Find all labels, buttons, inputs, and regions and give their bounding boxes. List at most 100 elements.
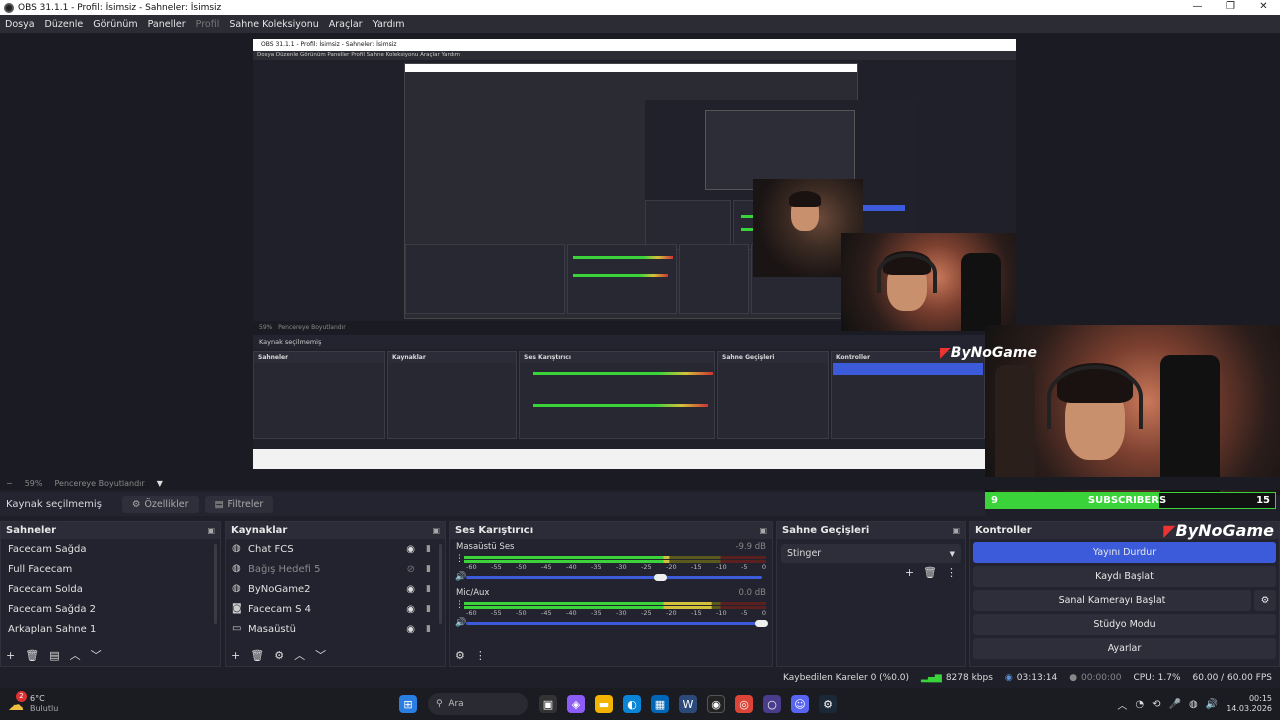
lock-icon[interactable]: ▮	[426, 604, 431, 614]
channel-menu-icon[interactable]: ⋮	[455, 554, 464, 564]
advanced-audio-icon[interactable]: ⚙	[455, 649, 465, 662]
lock-icon[interactable]: ▮	[426, 564, 431, 574]
filters-button[interactable]: ▤ Filtreler	[204, 495, 274, 513]
obs-icon[interactable]: ◉	[707, 695, 725, 713]
menu-docks[interactable]: Paneller	[148, 19, 186, 30]
source-item[interactable]: ◍ Bağış Hedefi 5 ⊘ ▮	[226, 559, 445, 579]
nested-meter-4	[573, 274, 668, 277]
settings-button[interactable]: Ayarlar	[973, 638, 1276, 659]
add-scene-icon[interactable]: +	[6, 649, 15, 662]
fit-to-window[interactable]: Pencereye Boyutlandır	[54, 479, 144, 488]
tray-overflow-icon[interactable]: ︿	[1117, 697, 1127, 712]
scene-filters-icon[interactable]: ▤	[49, 649, 59, 662]
studio-mode-button[interactable]: Stüdyo Modu	[973, 614, 1276, 635]
move-down-icon[interactable]: ﹀	[315, 647, 326, 663]
maximize-button[interactable]: ❐	[1214, 0, 1247, 15]
menu-tools[interactable]: Araçlar	[329, 19, 363, 30]
tray-mic-icon[interactable]: 🎤	[1169, 699, 1181, 710]
menu-file[interactable]: Dosya	[5, 19, 35, 30]
eye-icon[interactable]: ◉	[406, 604, 415, 615]
add-source-icon[interactable]: +	[231, 649, 240, 662]
close-button[interactable]: ✕	[1247, 0, 1280, 15]
speaker-icon[interactable]: 🔊	[455, 572, 466, 582]
discord-icon[interactable]: ☺	[791, 695, 809, 713]
dock-float-icon[interactable]: ▣	[432, 526, 440, 535]
zoom-out-button[interactable]: −	[6, 479, 13, 488]
eye-hidden-icon[interactable]: ⊘	[407, 564, 415, 575]
volume-slider-knob[interactable]	[755, 620, 768, 627]
menu-scene-collection[interactable]: Sahne Koleksiyonu	[229, 19, 318, 30]
menu-view[interactable]: Görünüm	[93, 19, 137, 30]
tray-app-icon[interactable]: ◔	[1135, 699, 1144, 710]
dock-float-icon[interactable]: ▣	[952, 526, 960, 535]
volume-slider[interactable]	[466, 620, 768, 627]
lock-icon[interactable]: ▮	[426, 584, 431, 594]
scenes-scrollbar[interactable]	[214, 544, 217, 624]
transition-select[interactable]: Stinger ▼	[781, 544, 961, 563]
scene-item[interactable]: Facecam Sağda 2	[1, 599, 220, 619]
add-transition-icon[interactable]: +	[905, 566, 914, 579]
properties-button[interactable]: ⚙ Özellikler	[121, 495, 199, 513]
weather-widget[interactable]: ☁ 2 6°C Bulutlu	[8, 690, 128, 714]
app-circle-icon[interactable]: ○	[763, 695, 781, 713]
start-virtual-camera-button[interactable]: Sanal Kamerayı Başlat	[973, 590, 1251, 611]
start-recording-button[interactable]: Kaydı Başlat	[973, 566, 1276, 587]
scene-item[interactable]: Facecam Sağda	[1, 539, 220, 559]
store-icon[interactable]: ▦	[651, 695, 669, 713]
eye-icon[interactable]: ◉	[406, 544, 415, 555]
lock-icon[interactable]: ▮	[426, 544, 431, 554]
menu-help[interactable]: Yardım	[373, 19, 405, 30]
dock-float-icon[interactable]: ▣	[207, 526, 215, 535]
lock-icon[interactable]: ▮	[426, 624, 431, 634]
source-item[interactable]: ▭ Masaüstü ◉ ▮	[226, 619, 445, 639]
minimize-button[interactable]: —	[1181, 0, 1214, 15]
move-up-icon[interactable]: ︿	[70, 647, 81, 663]
virtual-camera-settings-gear-icon[interactable]: ⚙	[1254, 590, 1276, 611]
scene-item[interactable]: Facecam Solda	[1, 579, 220, 599]
source-settings-icon[interactable]: ⚙	[274, 649, 284, 662]
taskbar-search[interactable]: ⚲ Ara	[428, 693, 528, 715]
remove-scene-icon[interactable]: 🗑	[25, 649, 39, 662]
channel-menu-icon[interactable]: ⋮	[455, 600, 464, 610]
steam-icon[interactable]: ⚙	[819, 695, 837, 713]
scene-item[interactable]: Full Facecam	[1, 559, 220, 579]
menu-profile[interactable]: Profil	[196, 19, 220, 30]
preview-area[interactable]: OBS 31.1.1 - Profil: İsimsiz - Sahneler:…	[0, 33, 1280, 509]
transition-menu-icon[interactable]: ⋮	[946, 566, 957, 579]
move-down-icon[interactable]: ﹀	[91, 647, 102, 663]
dock-float-icon[interactable]: ▣	[759, 526, 767, 535]
globe-icon: ◍	[232, 543, 241, 554]
sources-scrollbar[interactable]	[439, 544, 442, 624]
source-item[interactable]: ◍ ByNoGame2 ◉ ▮	[226, 579, 445, 599]
signal-icon: ▂▄▆	[921, 673, 942, 683]
task-view-icon[interactable]: ▣	[539, 695, 557, 713]
volume-slider-knob[interactable]	[654, 574, 668, 581]
source-item[interactable]: ◍ Chat FCS ◉ ▮	[226, 539, 445, 559]
volume-slider[interactable]	[466, 574, 762, 581]
eye-icon[interactable]: ◉	[406, 624, 415, 635]
move-up-icon[interactable]: ︿	[294, 647, 305, 663]
source-item[interactable]: ◙ Facecam S 4 ◉ ▮	[226, 599, 445, 619]
network-icon[interactable]: ◍	[1189, 699, 1198, 710]
copilot-icon[interactable]: ◈	[567, 695, 585, 713]
volume-icon[interactable]: 🔊	[1206, 699, 1218, 710]
eye-icon[interactable]: ◉	[406, 584, 415, 595]
scene-item[interactable]: Arkaplan Sahne 1	[1, 619, 220, 639]
zoom-dropdown-icon[interactable]: ▼	[157, 479, 163, 488]
nested-meter-6	[533, 404, 708, 407]
speaker-icon[interactable]: 🔊	[455, 618, 466, 628]
chrome-icon[interactable]: ◎	[735, 695, 753, 713]
word-icon[interactable]: W	[679, 695, 697, 713]
mixer-menu-icon[interactable]: ⋮	[475, 649, 486, 662]
tray-sync-icon[interactable]: ⟲	[1152, 699, 1160, 710]
clock[interactable]: 00:15 14.03.2026	[1226, 694, 1272, 714]
menu-edit[interactable]: Düzenle	[45, 19, 84, 30]
preview-canvas[interactable]: OBS 31.1.1 - Profil: İsimsiz - Sahneler:…	[253, 39, 1016, 469]
file-explorer-icon[interactable]: ▬	[595, 695, 613, 713]
remove-source-icon[interactable]: 🗑	[250, 649, 264, 662]
windows-start-icon[interactable]: ⊞	[399, 695, 417, 713]
sources-dock: Kaynaklar ▣ ◍ Chat FCS ◉ ▮ ◍ Bağış Hedef…	[225, 521, 446, 667]
stop-streaming-button[interactable]: Yayını Durdur	[973, 542, 1276, 563]
edge-icon[interactable]: ◐	[623, 695, 641, 713]
remove-transition-icon[interactable]: 🗑	[923, 566, 937, 579]
